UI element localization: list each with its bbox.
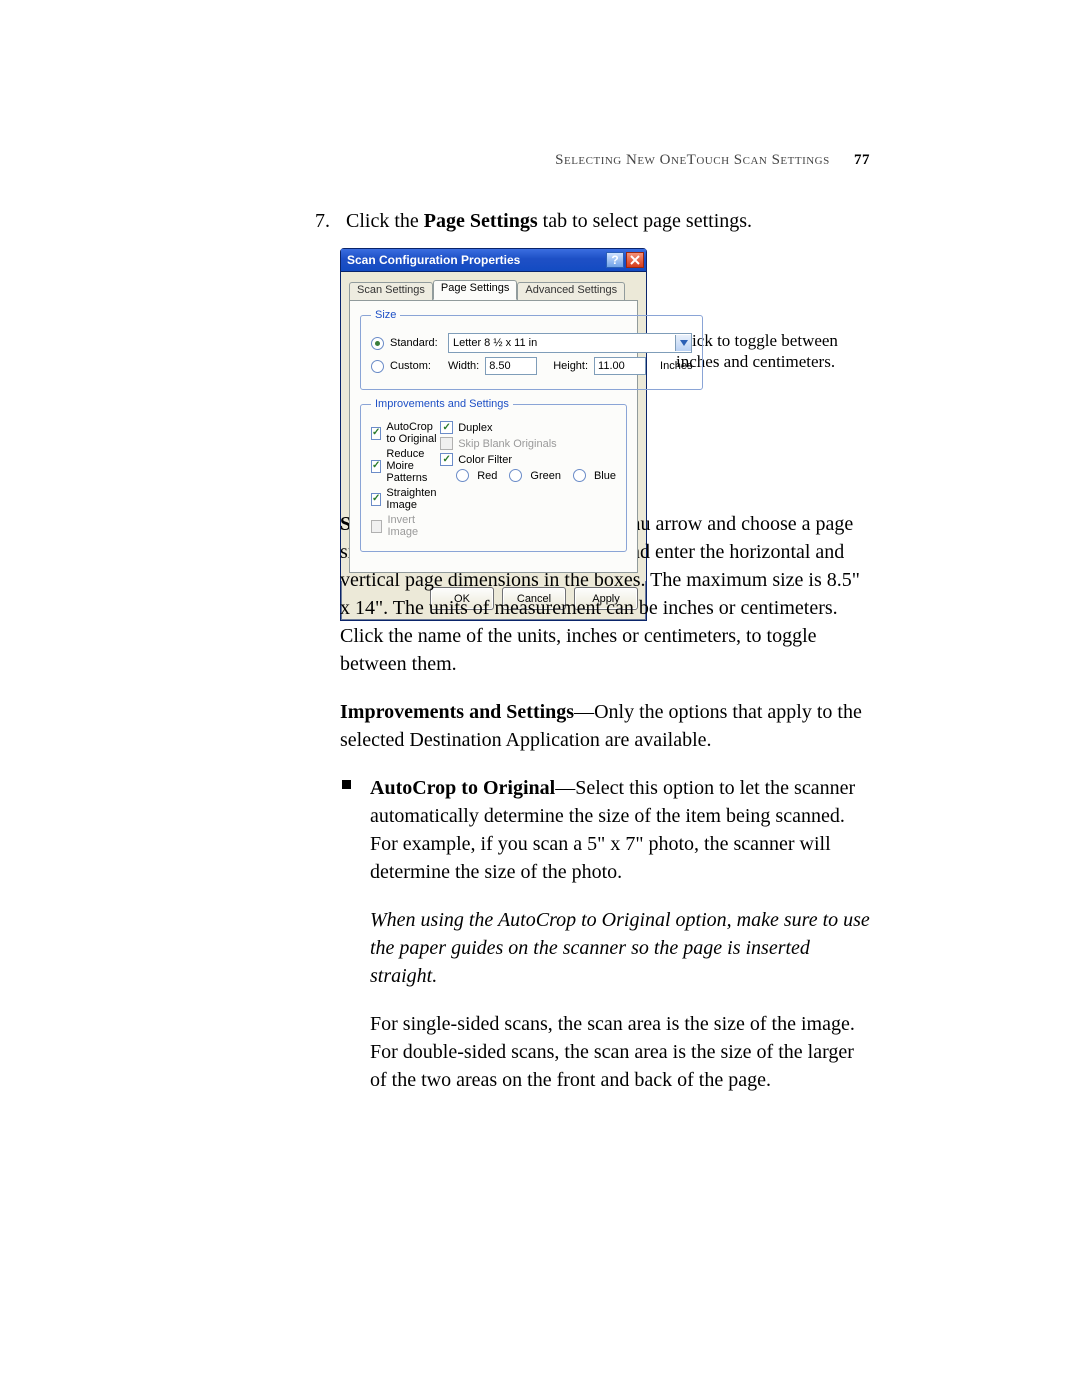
improvements-legend: Improvements and Settings: [371, 398, 513, 410]
cb-straighten-label: Straighten Image: [386, 487, 440, 511]
page-number: 77: [854, 152, 870, 169]
radio-standard[interactable]: [371, 337, 384, 350]
cb-straighten[interactable]: [371, 493, 381, 506]
last-paragraph: For single-sided scans, the scan area is…: [370, 1010, 870, 1094]
square-bullet-icon: [342, 780, 351, 789]
radio-blue-label: Blue: [594, 470, 616, 482]
body-text: Size—Click Standard, click the menu arro…: [340, 510, 870, 1114]
cb-moire-label: Reduce Moire Patterns: [386, 448, 440, 484]
tab-scan-settings[interactable]: Scan Settings: [349, 282, 433, 302]
standard-size-value: Letter 8 ½ x 11 in: [453, 337, 537, 349]
radio-blue[interactable]: [573, 469, 586, 482]
cb-skip: [440, 437, 453, 450]
titlebar-text: Scan Configuration Properties: [347, 253, 520, 267]
height-input[interactable]: 11.00: [594, 357, 646, 375]
cb-autocrop[interactable]: [371, 427, 381, 440]
cb-invert-label: Invert Image: [387, 514, 440, 538]
step-number: 7.: [315, 210, 341, 233]
tab-advanced-settings[interactable]: Advanced Settings: [517, 282, 625, 302]
size-group: Size Standard: Letter 8 ½ x 11 in Custom…: [360, 309, 703, 390]
cb-autocrop-label: AutoCrop to Original: [386, 421, 440, 445]
tab-strip: Scan Settings Page Settings Advanced Set…: [349, 280, 638, 300]
step-text-prefix: Click the: [346, 210, 424, 232]
radio-custom[interactable]: [371, 360, 384, 373]
step-text-suffix: tab to select page settings.: [538, 210, 752, 232]
size-legend: Size: [371, 309, 400, 321]
cb-duplex-label: Duplex: [458, 422, 492, 434]
standard-label: Standard:: [390, 337, 442, 349]
help-button[interactable]: ?: [606, 252, 624, 268]
radio-green[interactable]: [509, 469, 522, 482]
italic-note: When using the AutoCrop to Original opti…: [370, 906, 870, 990]
cb-colorfilter[interactable]: [440, 453, 453, 466]
paragraph-improvements: Improvements and Settings—Only the optio…: [340, 698, 870, 754]
bullet-head: AutoCrop to Original: [370, 777, 555, 799]
radio-green-label: Green: [530, 470, 561, 482]
cb-invert: [371, 520, 382, 533]
scan-configuration-dialog: Scan Configuration Properties ? Scan Set…: [340, 248, 647, 621]
units-toggle[interactable]: Inches: [660, 360, 692, 372]
custom-label: Custom:: [390, 360, 442, 372]
close-button[interactable]: [626, 252, 644, 268]
cb-moire[interactable]: [371, 460, 381, 473]
running-header: Selecting New OneTouch Scan Settings 77: [315, 152, 870, 169]
titlebar[interactable]: Scan Configuration Properties ?: [341, 249, 646, 272]
imp-heading: Improvements and Settings: [340, 701, 574, 723]
cb-duplex[interactable]: [440, 421, 453, 434]
chevron-down-icon: [680, 340, 688, 346]
standard-size-combo[interactable]: Letter 8 ½ x 11 in: [448, 333, 692, 353]
tab-pane: Size Standard: Letter 8 ½ x 11 in Custom…: [349, 300, 638, 573]
running-header-text: Selecting New OneTouch Scan Settings: [555, 152, 830, 168]
bullet-autocrop: AutoCrop to Original—Select this option …: [340, 774, 870, 1094]
tab-page-settings[interactable]: Page Settings: [433, 280, 518, 300]
radio-red[interactable]: [456, 469, 469, 482]
width-label: Width:: [448, 360, 479, 372]
cb-skip-label: Skip Blank Originals: [458, 438, 556, 450]
close-icon: [630, 255, 640, 265]
height-label: Height:: [553, 360, 588, 372]
step-text-bold: Page Settings: [424, 210, 538, 232]
step-7-line: 7. Click the Page Settings tab to select…: [315, 210, 870, 233]
cb-colorfilter-label: Color Filter: [458, 454, 512, 466]
improvements-group: Improvements and Settings AutoCrop to Or…: [360, 398, 627, 552]
radio-red-label: Red: [477, 470, 497, 482]
combo-arrow-button[interactable]: [675, 335, 691, 351]
width-input[interactable]: 8.50: [485, 357, 537, 375]
